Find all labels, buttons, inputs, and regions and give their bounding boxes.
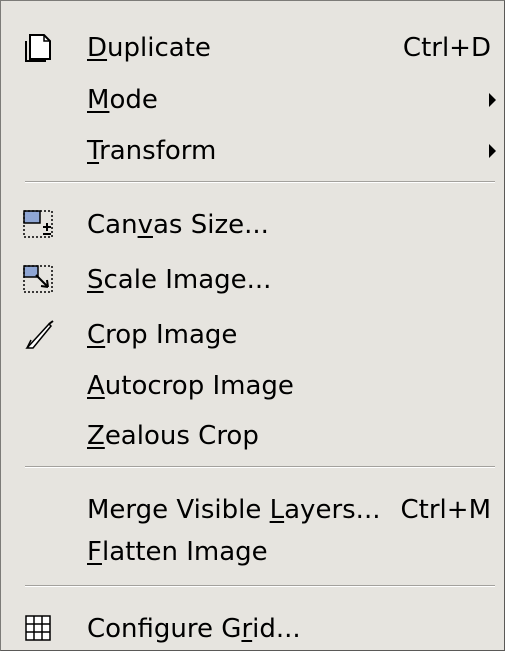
menu-item-flatten-image[interactable]: Flatten Image — [1, 527, 504, 577]
menu-item-label: Merge Visible Layers... — [87, 495, 381, 525]
image-context-menu: Duplicate Ctrl+D Mode Transform Canvas S… — [0, 0, 505, 651]
menu-separator — [25, 466, 495, 468]
menu-item-transform[interactable]: Transform — [1, 126, 504, 176]
menu-item-autocrop-image[interactable]: Autocrop Image — [1, 361, 504, 411]
menu-item-duplicate[interactable]: Duplicate Ctrl+D — [1, 23, 504, 73]
menu-item-label: Configure Grid... — [87, 614, 301, 644]
menu-separator — [25, 585, 495, 587]
menu-item-label: Flatten Image — [87, 537, 268, 567]
menu-item-label: Autocrop Image — [87, 371, 294, 401]
menu-item-label: Zealous Crop — [87, 421, 259, 451]
scale-image-icon — [21, 263, 57, 297]
menu-item-label: Scale Image... — [87, 265, 272, 295]
menu-item-mode[interactable]: Mode — [1, 75, 504, 125]
menu-item-canvas-size[interactable]: Canvas Size... — [1, 200, 504, 250]
menu-item-zealous-crop[interactable]: Zealous Crop — [1, 411, 504, 461]
menu-item-label: Transform — [87, 136, 217, 166]
shortcut-label: Ctrl+D — [402, 33, 491, 63]
menu-item-label: Canvas Size... — [87, 210, 269, 240]
menu-item-label: Crop Image — [87, 320, 238, 350]
menu-item-configure-grid[interactable]: Configure Grid... — [1, 604, 504, 654]
menu-item-scale-image[interactable]: Scale Image... — [1, 255, 504, 305]
menu-item-label: Mode — [87, 85, 158, 115]
shortcut-label: Ctrl+M — [400, 495, 491, 525]
crop-knife-icon — [21, 318, 57, 352]
submenu-arrow-icon — [489, 144, 496, 158]
grid-icon — [21, 612, 57, 646]
canvas-size-icon — [21, 208, 57, 242]
menu-item-label: Duplicate — [87, 33, 211, 63]
submenu-arrow-icon — [489, 93, 496, 107]
menu-separator — [25, 181, 495, 183]
duplicate-icon — [21, 31, 57, 65]
menu-item-crop-image[interactable]: Crop Image — [1, 310, 504, 360]
